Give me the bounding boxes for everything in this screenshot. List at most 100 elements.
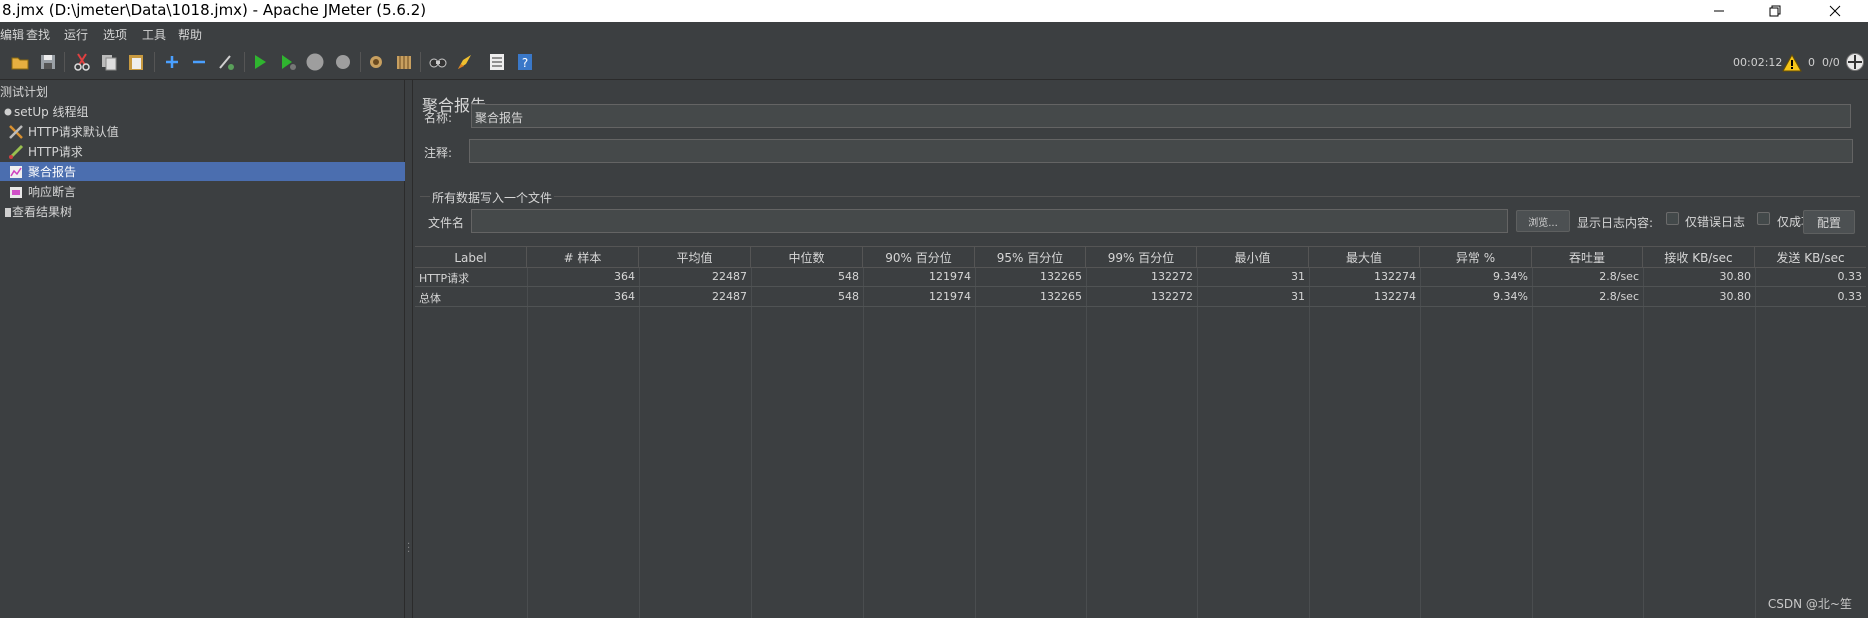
tree-item-test-plan[interactable]: 测试计划 (0, 82, 405, 101)
cell-max: 132274 (1374, 270, 1416, 283)
col-header-median[interactable]: 中位数 (751, 247, 863, 268)
start-icon (255, 55, 266, 69)
filename-field[interactable] (471, 209, 1508, 233)
clear-icon (370, 56, 382, 68)
search-icon (429, 58, 447, 68)
menu-run[interactable]: 运行 (64, 26, 88, 43)
cell-throughput: 2.8/sec (1599, 290, 1639, 303)
warning-indicator[interactable] (1782, 53, 1802, 72)
cell-error-pct: 9.34% (1493, 270, 1528, 283)
restore-icon (1769, 5, 1781, 17)
errors-only-checkbox[interactable] (1666, 212, 1679, 225)
stop-button[interactable] (305, 52, 325, 72)
toolbar: ? 00:02:12 0 0/0 (0, 44, 1868, 80)
comment-label: 注释: (424, 146, 453, 160)
log-contents-label: 显示日志内容: (1577, 216, 1654, 230)
save-button[interactable] (38, 52, 58, 72)
remote-status-button[interactable] (1845, 52, 1865, 72)
function-helper-button[interactable] (487, 52, 507, 72)
restore-button[interactable] (1752, 0, 1798, 22)
copy-icon (102, 55, 117, 71)
configure-button[interactable]: 配置 (1803, 210, 1855, 234)
thread-group-icon (0, 104, 12, 120)
config-icon (8, 124, 24, 140)
col-header-received-kb[interactable]: 接收 KB/sec (1643, 247, 1755, 268)
tree-item-http-defaults[interactable]: HTTP请求默认值 (0, 122, 405, 141)
open-button[interactable] (10, 52, 30, 72)
minimize-button[interactable] (1696, 0, 1742, 22)
menu-options[interactable]: 选项 (103, 26, 127, 43)
remote-status-icon (1846, 53, 1864, 71)
toggle-icon (219, 55, 234, 70)
tree-item-view-results-tree[interactable]: 查看结果树 (0, 202, 405, 221)
help-button[interactable]: ? (515, 52, 535, 72)
col-header-label[interactable]: Label (415, 247, 527, 268)
menu-tools[interactable]: 工具 (142, 26, 166, 43)
cell-p90: 121974 (929, 270, 971, 283)
start-button[interactable] (250, 52, 270, 72)
table-row[interactable]: 总体 364 22487 548 121974 132265 132272 31… (415, 288, 1866, 307)
warning-icon (1782, 53, 1802, 72)
col-header-error-pct[interactable]: 异常 % (1420, 247, 1532, 268)
col-header-p95[interactable]: 95% 百分位 (975, 247, 1086, 268)
tree-item-http-request[interactable]: HTTP请求 (0, 142, 405, 161)
cut-button[interactable] (72, 52, 92, 72)
stop-icon (306, 53, 324, 71)
col-header-max[interactable]: 最大值 (1309, 247, 1420, 268)
cell-p99: 132272 (1151, 290, 1193, 303)
name-field[interactable]: 聚合报告 (471, 104, 1851, 128)
success-only-checkbox[interactable] (1757, 212, 1770, 225)
splitter-grip-icon: · · · (407, 539, 411, 558)
table-header: Label # 样本 平均值 中位数 90% 百分位 95% 百分位 99% 百… (415, 246, 1866, 268)
cell-average: 22487 (712, 290, 747, 303)
col-header-p99[interactable]: 99% 百分位 (1086, 247, 1197, 268)
reset-search-button[interactable] (455, 52, 475, 72)
search-button[interactable] (428, 52, 448, 72)
start-no-pause-button[interactable] (278, 52, 298, 72)
tree-item-label: 测试计划 (0, 85, 49, 99)
tree-item-label: HTTP请求默认值 (28, 125, 119, 139)
col-header-min[interactable]: 最小值 (1197, 247, 1309, 268)
col-header-p90[interactable]: 90% 百分位 (863, 247, 975, 268)
tree-item-label: HTTP请求 (28, 145, 83, 159)
menu-bar: 编辑 查找 运行 选项 工具 帮助 (0, 22, 1868, 44)
paste-button[interactable] (126, 52, 146, 72)
file-section-title: 所有数据写入一个文件 (430, 189, 555, 206)
help-icon: ? (518, 54, 532, 70)
clear-button[interactable] (366, 52, 386, 72)
elapsed-time: 00:02:12 (1733, 56, 1783, 69)
menu-edit[interactable]: 编辑 (0, 26, 24, 43)
svg-text:?: ? (522, 56, 528, 70)
toggle-button[interactable] (216, 52, 236, 72)
tree-item-label: setUp 线程组 (14, 105, 89, 119)
shutdown-button[interactable] (333, 52, 353, 72)
collapse-button[interactable] (189, 52, 209, 72)
aggregate-table: Label # 样本 平均值 中位数 90% 百分位 95% 百分位 99% 百… (415, 246, 1866, 618)
col-header-throughput[interactable]: 吞吐量 (1532, 247, 1643, 268)
clear-all-button[interactable] (394, 52, 414, 72)
title-bar: 8.jmx (D:\jmeter\Data\1018.jmx) - Apache… (0, 0, 1868, 22)
menu-search[interactable]: 查找 (26, 26, 50, 43)
tree-item-aggregate-report[interactable]: 聚合报告 (0, 162, 405, 181)
panel-splitter[interactable]: · · · (405, 80, 413, 618)
window-title: 8.jmx (D:\jmeter\Data\1018.jmx) - Apache… (2, 1, 427, 19)
copy-button[interactable] (99, 52, 119, 72)
table-row[interactable]: HTTP请求 364 22487 548 121974 132265 13227… (415, 268, 1866, 287)
col-header-sent-kb[interactable]: 发送 KB/sec (1755, 247, 1866, 268)
menu-help[interactable]: 帮助 (178, 26, 202, 43)
clear-all-icon (397, 56, 411, 69)
browse-button[interactable]: 浏览... (1516, 210, 1570, 232)
expand-button[interactable] (162, 52, 182, 72)
close-button[interactable] (1812, 0, 1858, 22)
col-header-average[interactable]: 平均值 (639, 247, 751, 268)
tree-item-response-assertion[interactable]: 响应断言 (0, 182, 405, 201)
start-no-pause-icon (282, 55, 296, 70)
col-header-samples[interactable]: # 样本 (527, 247, 639, 268)
close-icon (1829, 5, 1841, 17)
comment-field[interactable] (469, 139, 1853, 163)
cell-max: 132274 (1374, 290, 1416, 303)
tree-item-setup-thread-group[interactable]: setUp 线程组 (0, 102, 405, 121)
tree-item-label: 查看结果树 (12, 205, 73, 219)
filename-label: 文件名 (428, 216, 465, 230)
minimize-icon (1714, 10, 1724, 12)
